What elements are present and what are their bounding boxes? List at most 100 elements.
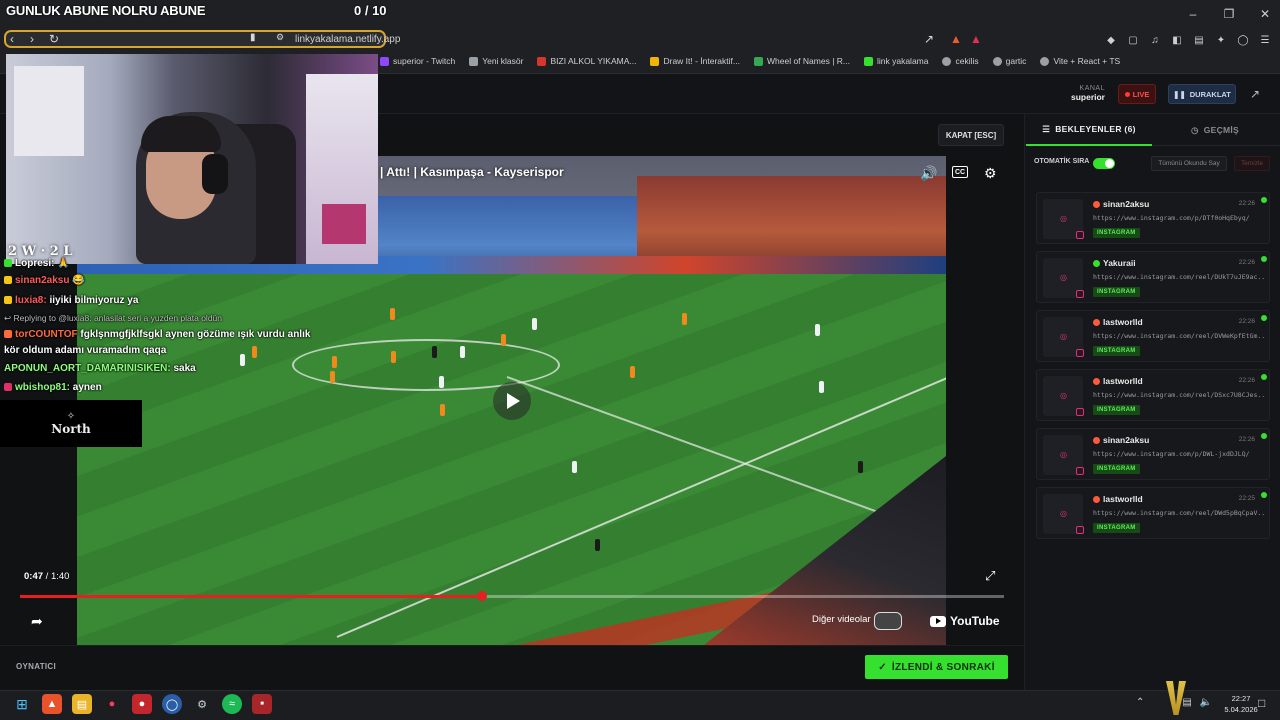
menu-icon[interactable]: ☰ bbox=[1258, 33, 1272, 47]
link-url[interactable]: https://www.instagram.com/p/DTf0oHqEbyq/ bbox=[1093, 214, 1265, 222]
win-loss-counter: 2 W · 2 L bbox=[8, 244, 73, 259]
avatar bbox=[1093, 259, 1100, 267]
clear-button[interactable]: Temizle bbox=[1234, 156, 1270, 171]
volume-icon[interactable]: 🔊 bbox=[920, 165, 937, 182]
windows-start-icon[interactable]: ⊞ bbox=[12, 694, 32, 714]
tab-search-icon[interactable]: ▢ bbox=[1126, 33, 1140, 47]
play-button[interactable] bbox=[493, 382, 531, 420]
extensions-icon[interactable]: ◆ bbox=[1104, 33, 1118, 47]
bookmark-item[interactable]: link yakalama bbox=[863, 56, 928, 66]
share-icon[interactable]: ➦ bbox=[31, 613, 43, 630]
more-videos-thumbnail[interactable] bbox=[874, 612, 902, 630]
link-url[interactable]: https://www.instagram.com/reel/DWd5pBqCp… bbox=[1093, 509, 1265, 517]
media-icon[interactable]: ♫ bbox=[1148, 33, 1162, 47]
sponsor-logo: ✧ North bbox=[0, 400, 142, 447]
platform-tag: INSTAGRAM bbox=[1093, 287, 1140, 297]
queue-item[interactable]: ◎ lastworlld 22:25 https://www.instagram… bbox=[1036, 487, 1270, 539]
instagram-badge-icon bbox=[1076, 349, 1084, 357]
site-info-icon[interactable]: ⚙ bbox=[276, 32, 284, 43]
mark-all-read-button[interactable]: Tümünü Okundu Say bbox=[1151, 156, 1227, 171]
bookmark-item[interactable]: Vite + React + TS bbox=[1040, 56, 1120, 66]
sidebar-icon[interactable]: ◧ bbox=[1170, 33, 1184, 47]
notification-icon[interactable]: □ bbox=[1258, 696, 1265, 710]
brave-shield-icon[interactable]: ▲ bbox=[950, 32, 962, 46]
bookmark-favicon-icon bbox=[380, 56, 389, 66]
settings-icon[interactable]: ⚙ bbox=[984, 165, 997, 182]
record-app-icon[interactable]: ● bbox=[132, 694, 152, 714]
tab-history[interactable]: ◷ GEÇMİŞ bbox=[1152, 114, 1278, 146]
link-url[interactable]: https://www.instagram.com/reel/DVWeKpfEt… bbox=[1093, 332, 1265, 340]
submitted-time: 22:26 bbox=[1238, 259, 1255, 266]
speaker-icon[interactable]: 🔈 bbox=[1200, 697, 1212, 708]
pause-button[interactable]: ❚❚ DURAKLAT bbox=[1168, 84, 1236, 104]
minimize-icon[interactable]: – bbox=[1186, 7, 1200, 21]
platform-tag: INSTAGRAM bbox=[1093, 346, 1140, 356]
bookmark-icon[interactable]: ▮ bbox=[250, 32, 256, 43]
bookmark-item[interactable]: BIZI ALKOL YIKAMA... bbox=[537, 56, 636, 66]
shield-icon[interactable]: ◯ bbox=[1236, 33, 1250, 47]
app-icon[interactable]: ■ bbox=[252, 694, 272, 714]
spotify-icon[interactable]: ≈ bbox=[222, 694, 242, 714]
badge-icon bbox=[4, 276, 12, 284]
chat-message: luxia8: iiyiki bilmiyoruz ya bbox=[4, 295, 138, 306]
bookmark-item[interactable]: Draw It! - İnteraktif... bbox=[650, 56, 740, 66]
brave-icon[interactable]: ▲ bbox=[42, 694, 62, 714]
auto-queue-toggle[interactable] bbox=[1093, 158, 1115, 169]
instagram-badge-icon bbox=[1076, 231, 1084, 239]
share-page-icon[interactable]: ↗ bbox=[924, 32, 934, 46]
tab-waiting[interactable]: ☰ BEKLEYENLER (6) bbox=[1026, 114, 1152, 146]
more-videos-link[interactable]: Diğer videolar bbox=[812, 614, 871, 625]
player-figure bbox=[252, 346, 257, 358]
bookmark-item[interactable]: Wheel of Names | R... bbox=[754, 56, 850, 66]
bookmark-item[interactable]: cekilis bbox=[942, 56, 979, 66]
bookmark-list: superior - Twitch Yeni klasör BIZI ALKOL… bbox=[380, 56, 1120, 66]
back-icon[interactable]: ‹ bbox=[10, 32, 14, 46]
player-figure bbox=[595, 539, 600, 551]
bookmark-item[interactable]: superior - Twitch bbox=[380, 56, 455, 66]
thumbnail: ◎ bbox=[1043, 317, 1084, 357]
network-icon[interactable]: ▤ bbox=[1182, 697, 1191, 708]
forward-icon[interactable]: › bbox=[30, 32, 34, 46]
compass-icon: ✧ bbox=[66, 411, 76, 422]
watched-next-button[interactable]: ✓ İZLENDİ & SONRAKİ bbox=[865, 655, 1008, 679]
brave-rewards-icon[interactable]: ▲ bbox=[970, 32, 982, 46]
reload-icon[interactable]: ↻ bbox=[49, 32, 59, 46]
live-button[interactable]: LIVE bbox=[1118, 84, 1156, 104]
link-url[interactable]: https://www.instagram.com/reel/DUkT7uJE9… bbox=[1093, 273, 1265, 281]
close-player-button[interactable]: KAPAT [ESC] bbox=[938, 124, 1004, 146]
progress-bar[interactable] bbox=[20, 591, 1004, 601]
close-icon[interactable]: ✕ bbox=[1258, 7, 1272, 21]
check-circle-icon: ✓ bbox=[878, 661, 887, 673]
bookmark-item[interactable]: gartic bbox=[992, 56, 1026, 66]
platform-tag: INSTAGRAM bbox=[1093, 464, 1140, 474]
url-text[interactable]: linkyakalama.netlify.app bbox=[295, 34, 400, 45]
chevron-up-icon[interactable]: ⌃ bbox=[1136, 697, 1144, 708]
file-explorer-icon[interactable]: ▤ bbox=[72, 694, 92, 714]
steam-icon[interactable]: ⚙ bbox=[192, 694, 212, 714]
bookmark-item[interactable]: Yeni klasör bbox=[469, 56, 523, 66]
ai-icon[interactable]: ✦ bbox=[1214, 33, 1228, 47]
captions-icon[interactable]: CC bbox=[952, 166, 968, 178]
streamer-hair bbox=[141, 116, 221, 152]
status-dot bbox=[1261, 197, 1267, 203]
queue-item[interactable]: ◎ lastworlld 22:26 https://www.instagram… bbox=[1036, 310, 1270, 362]
youtube-logo[interactable]: YouTube bbox=[930, 614, 1000, 628]
bookmark-favicon-icon bbox=[863, 56, 873, 66]
browser-app-icon[interactable]: ◯ bbox=[162, 694, 182, 714]
maps-icon[interactable]: ● bbox=[102, 694, 122, 714]
logout-icon[interactable]: ↗ bbox=[1250, 87, 1260, 101]
queue-item[interactable]: ◎ sinan2aksu 22:26 https://www.instagram… bbox=[1036, 192, 1270, 244]
fullscreen-icon[interactable]: ⤢ bbox=[985, 568, 995, 584]
restore-icon[interactable]: ❐ bbox=[1222, 7, 1236, 21]
player-figure bbox=[532, 318, 537, 330]
queue-item[interactable]: ◎ sinan2aksu 22:26 https://www.instagram… bbox=[1036, 428, 1270, 480]
submitted-time: 22:26 bbox=[1238, 318, 1255, 325]
status-dot bbox=[1261, 374, 1267, 380]
queue-item[interactable]: ◎ Yakuraii 22:26 https://www.instagram.c… bbox=[1036, 251, 1270, 303]
link-url[interactable]: https://www.instagram.com/p/DWL-jxdDJLQ/ bbox=[1093, 450, 1265, 458]
instagram-badge-icon bbox=[1076, 467, 1084, 475]
link-url[interactable]: https://www.instagram.com/reel/DSxc7U8CJ… bbox=[1093, 391, 1265, 399]
platform-tag: INSTAGRAM bbox=[1093, 523, 1140, 533]
queue-item[interactable]: ◎ lastworlld 22:26 https://www.instagram… bbox=[1036, 369, 1270, 421]
wallet-icon[interactable]: ▤ bbox=[1192, 33, 1206, 47]
